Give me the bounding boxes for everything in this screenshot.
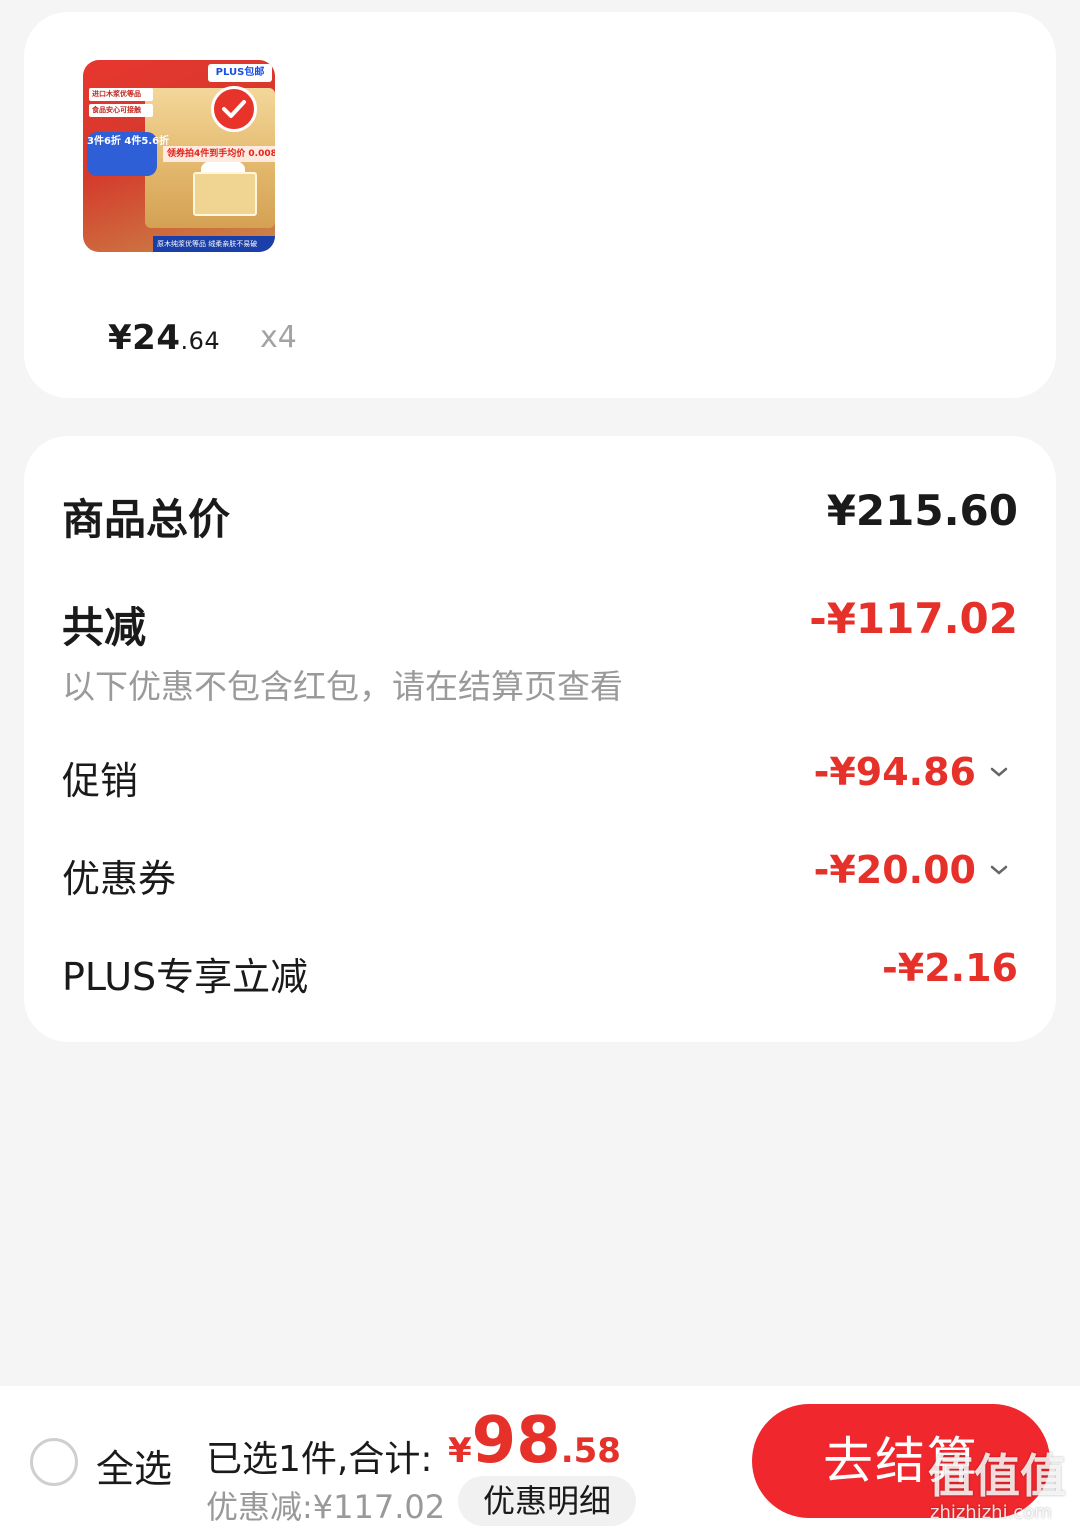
selected-summary: 已选1件,合计: <box>206 1439 433 1480</box>
product-image-bottom-strip: 原木纯浆优等品 绒柔亲肤不易破 <box>153 236 275 252</box>
select-all-radio[interactable] <box>30 1438 78 1486</box>
discount-note-row: 以下优惠不包含红包，请在结算页查看 <box>62 660 1018 706</box>
payable-int: 98 <box>471 1404 561 1478</box>
discount-detail-button[interactable]: 优惠明细 <box>458 1476 636 1526</box>
unit-price-int: ¥24 <box>108 318 181 358</box>
saved-amount: 优惠减:¥117.02 <box>206 1488 446 1526</box>
product-image-promo-line: 进口木浆优等品 <box>89 88 153 101</box>
promotion-label: 促销 <box>62 759 139 803</box>
product-image-discount-pill: 3件6折 4件5.6折 <box>87 132 169 176</box>
select-all-label[interactable]: 全选 <box>96 1438 172 1493</box>
plus-discount-value: -¥2.16 <box>882 946 1018 990</box>
promotion-value-wrap[interactable]: -¥94.86 <box>814 750 1010 794</box>
price-summary-card: 商品总价 ¥215.60 共减 -¥117.02 以下优惠不包含红包，请在结算页… <box>24 436 1056 1042</box>
product-image-price-strip: 领券拍4件到手均价 0.0084 <box>163 146 275 162</box>
product-image-box <box>193 172 257 216</box>
chevron-down-icon[interactable] <box>988 859 1010 881</box>
total-price-value: ¥215.60 <box>826 486 1018 535</box>
coupon-row[interactable]: 优惠券 -¥20.00 <box>62 848 1018 901</box>
quantity-label[interactable]: x4 <box>260 320 297 355</box>
checkout-bar: 全选 已选1件,合计: ¥98.58 优惠减:¥117.02 优惠明细 去结算 <box>0 1386 1080 1536</box>
promotion-value: -¥94.86 <box>813 750 976 794</box>
discount-note: 以下优惠不包含红包，请在结算页查看 <box>62 667 623 706</box>
plus-discount-row: PLUS专享立减 -¥2.16 <box>62 946 1018 999</box>
coupon-label: 优惠券 <box>62 857 177 901</box>
plus-discount-label: PLUS专享立减 <box>62 955 309 999</box>
product-card: PLUS包邮 进口木浆优等品 食品安心可接触 3件6折 4件5.6折 领券拍4件… <box>24 12 1056 398</box>
chevron-down-icon[interactable] <box>988 761 1010 783</box>
coupon-value-wrap[interactable]: -¥20.00 <box>814 848 1010 892</box>
unit-price-dec: .64 <box>180 327 221 355</box>
total-price-row: 商品总价 ¥215.60 <box>62 486 1018 544</box>
product-image[interactable]: PLUS包邮 进口木浆优等品 食品安心可接触 3件6折 4件5.6折 领券拍4件… <box>83 60 275 252</box>
discount-total-row: 共减 -¥117.02 <box>62 594 1018 652</box>
discount-total-value: -¥117.02 <box>809 594 1018 643</box>
total-price-label: 商品总价 <box>62 495 231 544</box>
selected-check-icon[interactable] <box>211 86 257 132</box>
checkout-button[interactable]: 去结算 <box>752 1404 1050 1518</box>
payable-currency: ¥ <box>448 1431 472 1471</box>
payable-total: ¥98.58 <box>448 1404 621 1478</box>
product-image-promo-line: 食品安心可接触 <box>89 104 153 117</box>
promotion-row[interactable]: 促销 -¥94.86 <box>62 750 1018 803</box>
discount-total-label: 共减 <box>62 603 147 652</box>
product-image-plus-tag: PLUS包邮 <box>208 64 272 82</box>
payable-dec: .58 <box>560 1431 621 1471</box>
unit-price: ¥24.64 <box>108 318 220 358</box>
coupon-value: -¥20.00 <box>813 848 976 892</box>
